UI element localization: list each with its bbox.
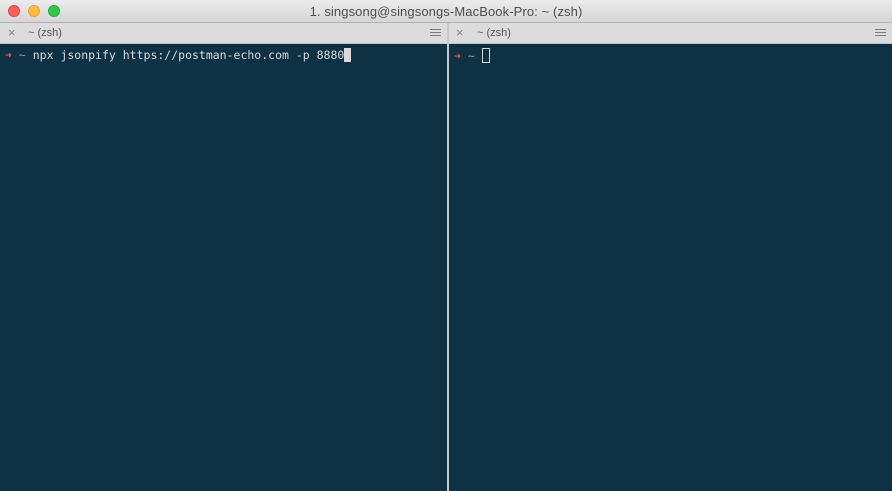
pane-header-left[interactable]: × ~ (zsh) xyxy=(0,23,447,44)
text-cursor xyxy=(481,48,490,63)
pane-title-right: ~ (zsh) xyxy=(477,27,511,39)
pane-title-left: ~ (zsh) xyxy=(28,27,62,39)
hamburger-menu-icon[interactable] xyxy=(430,29,441,37)
command-text: npx jsonpify https://postman-echo.com -p… xyxy=(32,48,345,62)
prompt-directory: ~ xyxy=(467,49,475,63)
pane-header-right[interactable]: × ~ (zsh) xyxy=(449,23,892,44)
hamburger-menu-icon[interactable] xyxy=(875,29,886,37)
terminal-pane-left[interactable]: ➜ ~ npx jsonpify https://postman-echo.co… xyxy=(0,44,447,491)
prompt-arrow-icon: ➜ xyxy=(5,48,12,62)
close-icon[interactable]: × xyxy=(8,25,16,41)
title-bar[interactable]: 1. singsong@singsongs-MacBook-Pro: ~ (zs… xyxy=(0,0,892,23)
close-icon[interactable]: × xyxy=(456,25,464,41)
prompt-line: ➜ ~ xyxy=(454,48,490,64)
terminal-window: 1. singsong@singsongs-MacBook-Pro: ~ (zs… xyxy=(0,0,892,491)
text-cursor xyxy=(344,48,352,62)
terminal-pane-right[interactable]: ➜ ~ xyxy=(449,44,892,491)
prompt-line: ➜ ~ npx jsonpify https://postman-echo.co… xyxy=(5,48,352,63)
prompt-arrow-icon: ➜ xyxy=(454,49,461,63)
window-title: 1. singsong@singsongs-MacBook-Pro: ~ (zs… xyxy=(309,4,583,19)
prompt-directory: ~ xyxy=(18,48,26,62)
